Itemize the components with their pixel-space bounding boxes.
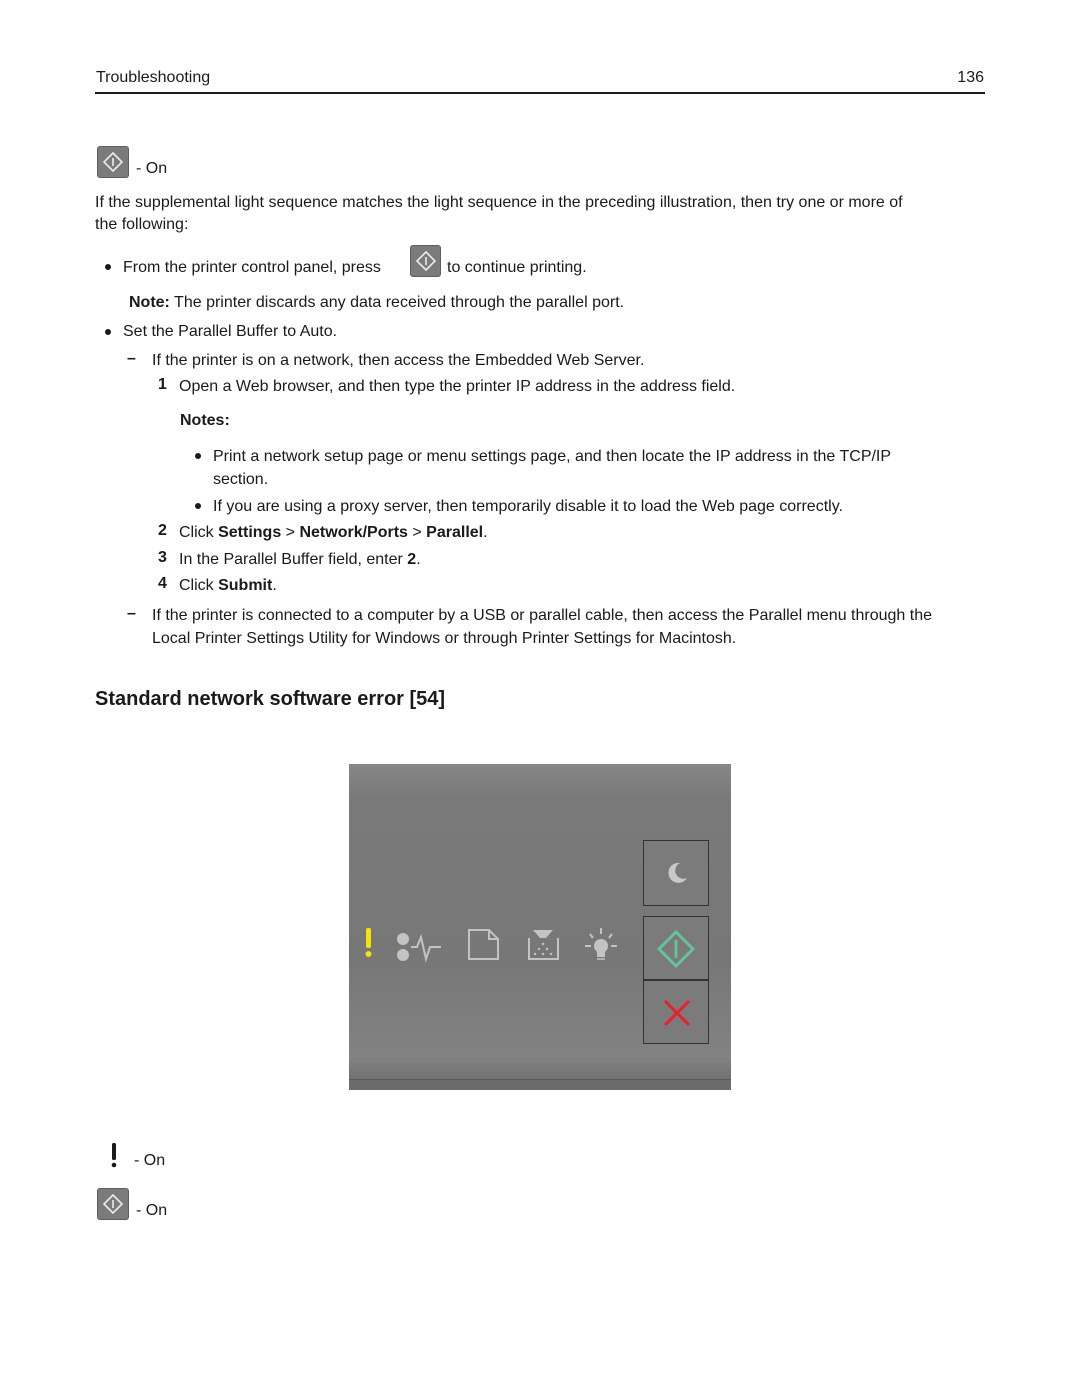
step-4-pre: Click [179,577,219,594]
menu-parallel: Parallel [426,524,484,541]
bullet-marker [105,264,111,270]
submit-label: Submit [218,577,273,594]
step-3-text: In the Parallel Buffer field, enter 2. [179,549,421,571]
note-1-line2: section. [213,471,269,488]
stop-cancel-button [643,980,709,1044]
dash-marker: – [127,350,136,367]
step-3-number: 3 [158,549,167,566]
step-2-pre: Click [179,524,219,541]
step-3-pre: In the Parallel Buffer field, enter [179,551,408,568]
note-text: The printer discards any data received t… [169,294,625,311]
legend-start-status: - On [136,1202,168,1219]
toner-light [528,930,559,960]
step-2-number: 2 [158,522,167,539]
note-1-line1: Print a network setup page or menu setti… [213,448,892,465]
separator: > [407,524,427,541]
buffer-value: 2 [407,551,417,568]
printer-control-panel [349,764,731,1090]
intro-text-cont: the following: [95,216,189,233]
note: Note: The printer discards any data rece… [129,292,624,314]
panel-bottom-edge [349,1079,731,1090]
sleep-button [643,840,709,906]
menu-settings: Settings [218,524,282,541]
separator: > [281,524,300,541]
bullet-2-text: Set the Parallel Buffer to Auto. [123,323,338,340]
notes-label: Notes: [180,412,230,429]
imaging-unit-light [585,928,617,960]
start-button-icon [97,146,129,178]
bullet-marker [195,453,201,459]
step-1-number: 1 [158,376,167,393]
step-2-text: Click Settings > Network/Ports > Paralle… [179,522,488,544]
dash-1-text: If the printer is on a network, then acc… [152,352,645,369]
bullet-marker [195,503,201,509]
intro-text: If the supplemental light sequence match… [95,194,903,211]
start-icon [657,930,695,968]
top-indicator-status: - On [136,160,168,177]
note-2-text: If you are using a proxy server, then te… [213,498,843,515]
section-title: Standard network software error [54] [95,688,446,710]
header-section: Troubleshooting [96,69,211,86]
error-light [365,928,372,957]
legend-error-status: - On [134,1152,166,1169]
dash-2-line1: If the printer is connected to a compute… [152,607,932,624]
step-4-number: 4 [158,575,167,592]
bullet-1-pre: From the printer control panel, press [123,259,381,276]
dash-marker: – [127,605,136,622]
legend-item-error [108,1141,120,1174]
start-button-icon [410,245,441,277]
step-4-text: Click Submit. [179,575,277,597]
legend-item-start [97,1188,129,1220]
page-number: 136 [957,69,984,86]
step-3-post: . [416,551,421,568]
step-4-post: . [272,577,277,594]
top-indicator [97,146,129,178]
header-rule [95,92,985,94]
start-button-icon [97,1188,129,1220]
panel-lights [365,928,617,963]
exclamation-icon [111,1143,117,1168]
note-label: Note: [129,294,170,311]
bullet-marker [105,329,111,335]
bullet-1-icon-wrap [410,245,441,277]
moon-icon [668,862,687,883]
menu-network-ports: Network/Ports [299,524,408,541]
dash-2-line2: Local Printer Settings Utility for Windo… [152,630,737,647]
ready-data-light [397,933,441,963]
x-icon [663,999,691,1027]
bullet-1-post: to continue printing. [447,259,587,276]
step-1-text: Open a Web browser, and then type the pr… [179,378,736,395]
step-2-post: . [483,524,488,541]
start-button [643,916,709,980]
paper-light [468,929,499,960]
